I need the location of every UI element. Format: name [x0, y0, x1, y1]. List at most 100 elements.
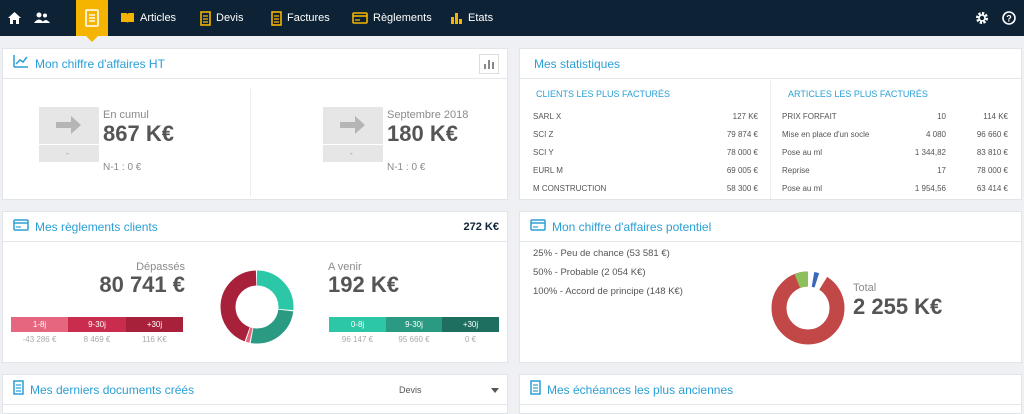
client-name: M CONSTRUCTION: [533, 184, 607, 193]
nav-reglements[interactable]: Règlements: [352, 0, 432, 36]
nav-label: Règlements: [373, 12, 432, 24]
article-value: 114 K€: [983, 112, 1008, 121]
document-icon: [271, 10, 282, 26]
reglements-donut: [220, 270, 294, 344]
users-icon[interactable]: [34, 0, 50, 36]
potentiel-line: 25% - Peu de chance (53 581 €): [533, 248, 670, 259]
segment-value: 95 660 €: [398, 335, 430, 344]
article-value: 96 660 €: [976, 130, 1008, 139]
document-type-select[interactable]: Devis: [399, 381, 499, 399]
nav-label: Factures: [287, 12, 330, 24]
nav-factures[interactable]: Factures: [271, 0, 330, 36]
nav-label: Etats: [468, 12, 494, 24]
depasses-value: 80 741 €: [99, 272, 185, 297]
article-value: 83 810 €: [976, 148, 1008, 157]
month-label: Septembre 2018: [387, 109, 469, 121]
article-qty: 1 344,82: [914, 148, 946, 157]
card-title: Mes derniers documents créés: [30, 382, 195, 397]
article-value: 78 000 €: [976, 166, 1008, 175]
card-header: Mes derniers documents créés Devis: [3, 375, 507, 405]
credit-card-icon: [352, 12, 368, 24]
client-name: SARL X: [533, 112, 562, 121]
avenir-segment: 0-8j: [329, 317, 386, 332]
article-qty: 1 954,56: [914, 184, 946, 193]
client-value: 58 300 €: [726, 184, 758, 193]
nav-etats[interactable]: Etats: [450, 0, 493, 36]
cumul-trend: -: [39, 107, 99, 162]
client-name: EURL M: [533, 166, 563, 175]
depasses-segment: +30j: [126, 317, 183, 332]
article-name: Mise en place d'un socle: [782, 130, 870, 139]
month-value: 180 K€: [387, 121, 458, 146]
credit-card-icon: [530, 218, 546, 236]
document-icon: [530, 379, 541, 400]
potentiel-donut: [771, 271, 845, 345]
article-name: Pose au ml: [782, 148, 823, 157]
document-icon: [85, 9, 99, 27]
article-qty: 10: [937, 112, 946, 121]
nav-devis[interactable]: Devis: [200, 0, 244, 36]
segment-value: 8 469 €: [83, 335, 111, 344]
potentiel-line: 100% - Accord de principe (148 K€): [533, 286, 683, 297]
card-header: Mes règlements clients 272 K€: [3, 212, 507, 242]
card-header: Mon chiffre d'affaires potentiel: [520, 212, 1021, 242]
cumul-n1: N-1 : 0 €: [103, 162, 142, 173]
bar-chart-icon: [484, 60, 494, 69]
nav-label: Articles: [140, 12, 177, 24]
chart-line-icon: [13, 54, 29, 73]
donut-segment: [771, 271, 845, 345]
article-name: Reprise: [782, 166, 810, 175]
documents-card: Mes derniers documents créés Devis: [2, 374, 508, 414]
client-name: SCI Y: [533, 148, 554, 157]
segment-label: 1-8j: [32, 320, 47, 329]
segment-label: 0-8j: [350, 320, 365, 329]
article-name: PRIX FORFAIT: [782, 112, 837, 121]
article-name: Pose au ml: [782, 184, 823, 193]
client-value: 79 874 €: [726, 130, 758, 139]
segment-label: +30j: [146, 320, 163, 329]
segment-label: +30j: [462, 320, 479, 329]
client-value: 127 K€: [732, 112, 758, 121]
stats-tables: SARL X 127 K€ SCI Z 79 874 € SCI Y 78 00…: [520, 49, 1023, 201]
chart-toggle-button[interactable]: [479, 54, 499, 74]
trend-value: -: [350, 149, 353, 158]
avenir-segment: 9-30j: [386, 317, 442, 332]
arrow-right-icon: [340, 116, 365, 134]
card-title: Mon chiffre d'affaires potentiel: [552, 219, 712, 234]
card-title: Mon chiffre d'affaires HT: [35, 56, 165, 71]
echeances-card: Mes échéances les plus anciennes: [519, 374, 1022, 414]
bar-chart-icon: [450, 12, 463, 24]
total-value: 2 255 K€: [853, 294, 943, 319]
client-name: SCI Z: [533, 130, 554, 139]
svg-text:?: ?: [1006, 14, 1012, 24]
article-qty: 17: [937, 166, 946, 175]
segment-value: 116 K€: [142, 335, 167, 344]
potentiel-line: 50% - Probable (2 054 K€): [533, 267, 646, 278]
month-n1: N-1 : 0 €: [387, 162, 426, 173]
document-icon: [13, 379, 24, 400]
trend-value: -: [66, 149, 69, 158]
segment-value: 96 147 €: [341, 335, 374, 344]
help-icon[interactable]: ?: [1002, 0, 1016, 36]
cumul-label: En cumul: [103, 109, 149, 121]
select-value: Devis: [399, 385, 422, 395]
avenir-value: 192 K€: [328, 272, 399, 297]
chevron-down-icon: [491, 387, 499, 393]
card-title: Mes échéances les plus anciennes: [547, 382, 734, 397]
month-trend: -: [323, 107, 383, 162]
reglements-total: 272 K€: [463, 221, 499, 233]
cumul-value: 867 K€: [103, 121, 174, 146]
gear-icon[interactable]: [975, 0, 989, 36]
book-icon: [120, 12, 135, 24]
nav-label: Devis: [216, 12, 244, 24]
card-title: Mes règlements clients: [35, 219, 158, 234]
top-navbar: Articles Devis Factures Règlements Etats…: [0, 0, 1024, 42]
nav-articles[interactable]: Articles: [120, 0, 176, 36]
document-icon: [200, 10, 211, 26]
home-icon[interactable]: [7, 0, 22, 36]
article-qty: 4 080: [925, 130, 946, 139]
documents-tab[interactable]: [76, 0, 108, 42]
credit-card-icon: [13, 218, 29, 236]
depasses-segment: 9-30j: [68, 317, 126, 332]
stats-card: Mes statistiques CLIENTS LES PLUS FACTUR…: [519, 48, 1022, 200]
